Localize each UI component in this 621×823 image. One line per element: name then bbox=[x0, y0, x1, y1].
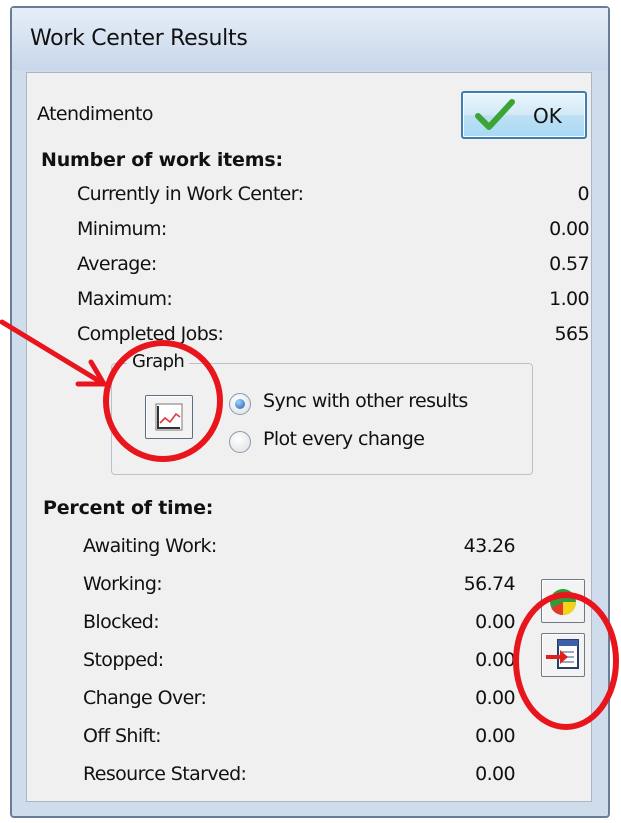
graph-group-label: Graph bbox=[127, 351, 190, 372]
percent-time-label: Stopped: bbox=[83, 649, 164, 671]
work-items-label: Minimum: bbox=[77, 218, 167, 240]
percent-time-label: Off Shift: bbox=[83, 725, 162, 747]
sync-results-radio[interactable] bbox=[229, 393, 251, 415]
export-document-icon bbox=[546, 639, 579, 669]
percent-time-value: 0.00 bbox=[475, 611, 516, 633]
plot-every-change-label[interactable]: Plot every change bbox=[263, 428, 425, 450]
percent-time-label: Awaiting Work: bbox=[83, 535, 217, 557]
percent-time-value: 56.74 bbox=[463, 573, 516, 595]
percent-time-heading: Percent of time: bbox=[43, 497, 214, 519]
percent-time-label: Working: bbox=[83, 573, 163, 595]
percent-time-label: Change Over: bbox=[83, 687, 207, 709]
radio-selected-dot bbox=[235, 399, 245, 409]
sync-results-label[interactable]: Sync with other results bbox=[263, 390, 468, 412]
work-items-value: 0 bbox=[577, 183, 590, 205]
work-items-value: 565 bbox=[554, 323, 590, 345]
work-center-name: Atendimento bbox=[37, 103, 154, 125]
pie-chart-button[interactable] bbox=[541, 579, 585, 623]
percent-time-label: Resource Starved: bbox=[83, 763, 247, 785]
dialog-content: Atendimento OK Number of work items: Cur… bbox=[26, 72, 592, 802]
work-items-label: Average: bbox=[77, 253, 157, 275]
graph-button[interactable] bbox=[145, 395, 193, 439]
work-items-value: 0.00 bbox=[549, 218, 590, 240]
ok-button-label: OK bbox=[533, 104, 562, 128]
plot-every-change-radio[interactable] bbox=[229, 431, 251, 453]
work-items-label: Maximum: bbox=[77, 288, 173, 310]
percent-time-value: 43.26 bbox=[463, 535, 516, 557]
work-items-value: 1.00 bbox=[549, 288, 590, 310]
work-items-value: 0.57 bbox=[549, 253, 590, 275]
title-bar: Work Center Results bbox=[12, 8, 608, 70]
work-items-label: Completed Jobs: bbox=[77, 323, 224, 345]
percent-time-value: 0.00 bbox=[475, 763, 516, 785]
checkmark-icon bbox=[475, 99, 515, 130]
percent-time-label: Blocked: bbox=[83, 611, 160, 633]
ok-button[interactable]: OK bbox=[461, 91, 587, 139]
line-graph-icon bbox=[155, 403, 183, 431]
percent-time-value: 0.00 bbox=[475, 725, 516, 747]
work-items-label: Currently in Work Center: bbox=[77, 183, 304, 205]
work-center-results-dialog: Work Center Results Atendimento OK Numbe… bbox=[10, 6, 610, 818]
percent-time-value: 0.00 bbox=[475, 687, 516, 709]
export-button[interactable] bbox=[541, 633, 585, 677]
percent-time-value: 0.00 bbox=[475, 649, 516, 671]
work-items-heading: Number of work items: bbox=[41, 149, 283, 171]
window-title: Work Center Results bbox=[30, 26, 248, 51]
pie-chart-icon bbox=[550, 589, 576, 616]
